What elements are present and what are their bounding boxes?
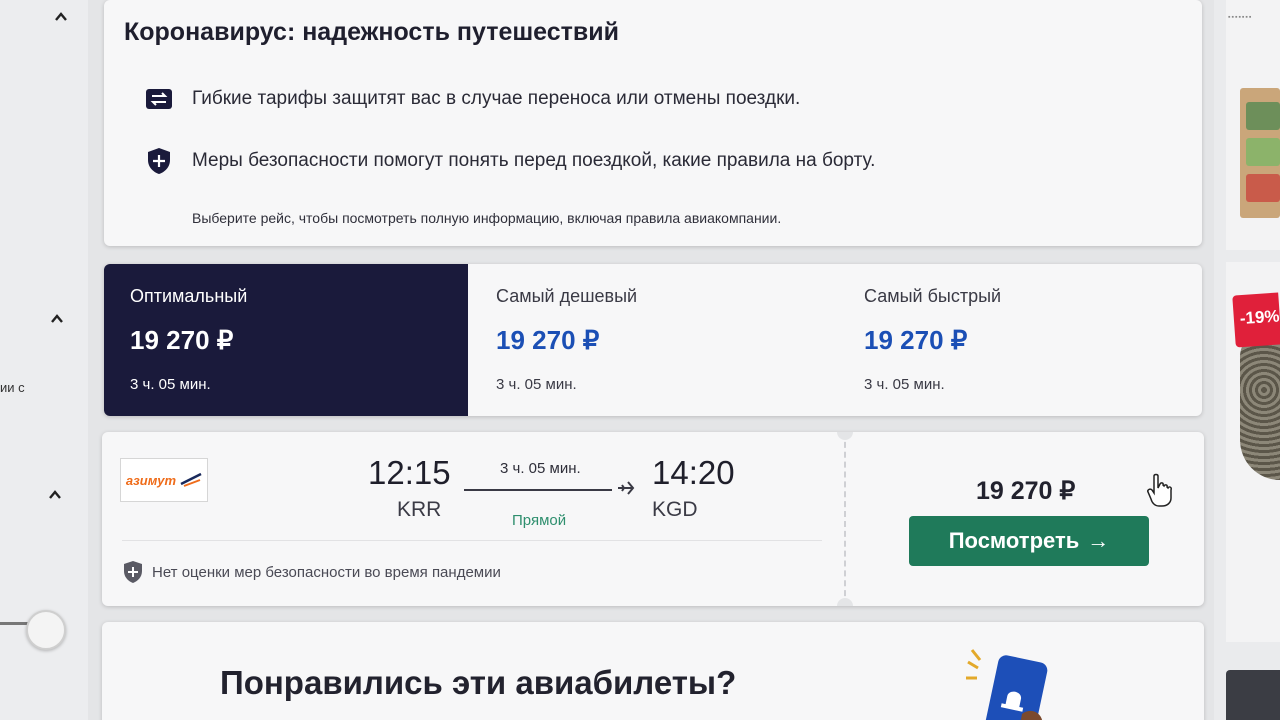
airline-name: азимут — [125, 472, 177, 488]
airline-logo: азимут — [120, 458, 208, 502]
covid-info-card: Коронавирус: надежность путешествий Гибк… — [104, 0, 1202, 246]
tab-cheapest[interactable]: Самый дешевый 19 270 ₽ 3 ч. 05 мин. — [470, 264, 836, 416]
promo-card: Понравились эти авиабилеты? — [102, 622, 1204, 720]
tab-price: 19 270 ₽ — [496, 325, 600, 355]
tab-duration: 3 ч. 05 мин. — [496, 376, 577, 393]
arrow-right-icon: → — [1087, 528, 1110, 553]
airplane-icon — [618, 481, 635, 495]
covid-item-flexible-fares: Гибкие тарифы защитят вас в случае перен… — [144, 84, 800, 114]
tab-price: 19 270 ₽ — [130, 325, 234, 355]
phone-notification-illustration — [966, 649, 1048, 720]
tab-label: Самый быстрый — [864, 286, 1002, 306]
shield-icon — [124, 561, 142, 583]
collapse-chevron-up-icon[interactable] — [50, 312, 64, 326]
divider — [122, 540, 822, 541]
covid-title: Коронавирус: надежность путешествий — [124, 18, 620, 46]
tab-label: Самый дешевый — [496, 286, 638, 306]
filter-label-fragment: ии с — [0, 380, 25, 395]
promo-title: Понравились эти авиабилеты? — [220, 664, 737, 701]
collapse-chevron-up-icon[interactable] — [54, 10, 68, 24]
departure-time: 12:15 — [368, 454, 451, 491]
tab-price: 19 270 ₽ — [864, 325, 968, 355]
ad-label: ▪▪▪▪▪▪▪ — [1228, 14, 1253, 21]
tab-duration: 3 ч. 05 мин. — [130, 376, 211, 393]
route-line — [464, 489, 612, 491]
tab-fastest[interactable]: Самый быстрый 19 270 ₽ 3 ч. 05 мин. — [838, 264, 1202, 416]
airline-swoosh-icon — [180, 472, 202, 487]
ad-image — [1240, 88, 1280, 218]
tab-optimal[interactable]: Оптимальный 19 270 ₽ 3 ч. 05 мин. — [104, 264, 468, 416]
range-slider-handle[interactable] — [26, 610, 66, 650]
refund-icon — [144, 84, 174, 114]
sort-tabs: Оптимальный 19 270 ₽ 3 ч. 05 мин. Самый … — [104, 264, 1202, 416]
covid-note: Выберите рейс, чтобы посмотреть полную и… — [192, 210, 782, 226]
ad-banner[interactable] — [1226, 670, 1280, 720]
tab-label: Оптимальный — [130, 286, 248, 306]
covid-item-text: Меры безопасности помогут понять перед п… — [192, 150, 876, 171]
flight-result-card[interactable]: азимут 12:15 KRR 3 ч. 05 мин. Прямой 14:… — [102, 432, 1204, 606]
collapse-chevron-up-icon[interactable] — [48, 488, 62, 502]
arrival-time: 14:20 — [652, 454, 735, 491]
departure-airport-code: KRR — [397, 498, 442, 521]
covid-item-safety-measures: Меры безопасности помогут понять перед п… — [144, 146, 875, 176]
flight-duration: 3 ч. 05 мин. — [500, 460, 581, 477]
ticket-notch — [837, 432, 853, 440]
stops-label: Прямой — [512, 512, 567, 529]
ticket-perforation — [844, 432, 846, 606]
arrival-airport-code: KGD — [652, 498, 698, 521]
ad-image — [1240, 330, 1280, 480]
shield-icon — [144, 146, 174, 176]
covid-item-text: Гибкие тарифы защитят вас в случае перен… — [192, 88, 801, 109]
ticket-notch — [837, 598, 853, 606]
safety-note-text: Нет оценки мер безопасности во время пан… — [152, 563, 501, 581]
sale-badge: -19% — [1232, 292, 1280, 348]
view-flight-button[interactable]: Посмотреть → — [909, 516, 1149, 566]
tab-duration: 3 ч. 05 мин. — [864, 376, 945, 393]
hand-cursor-icon — [1147, 473, 1172, 507]
safety-rating-note: Нет оценки мер безопасности во время пан… — [122, 560, 501, 584]
button-label: Посмотреть — [948, 528, 1080, 553]
flight-price: 19 270 ₽ — [976, 477, 1076, 505]
